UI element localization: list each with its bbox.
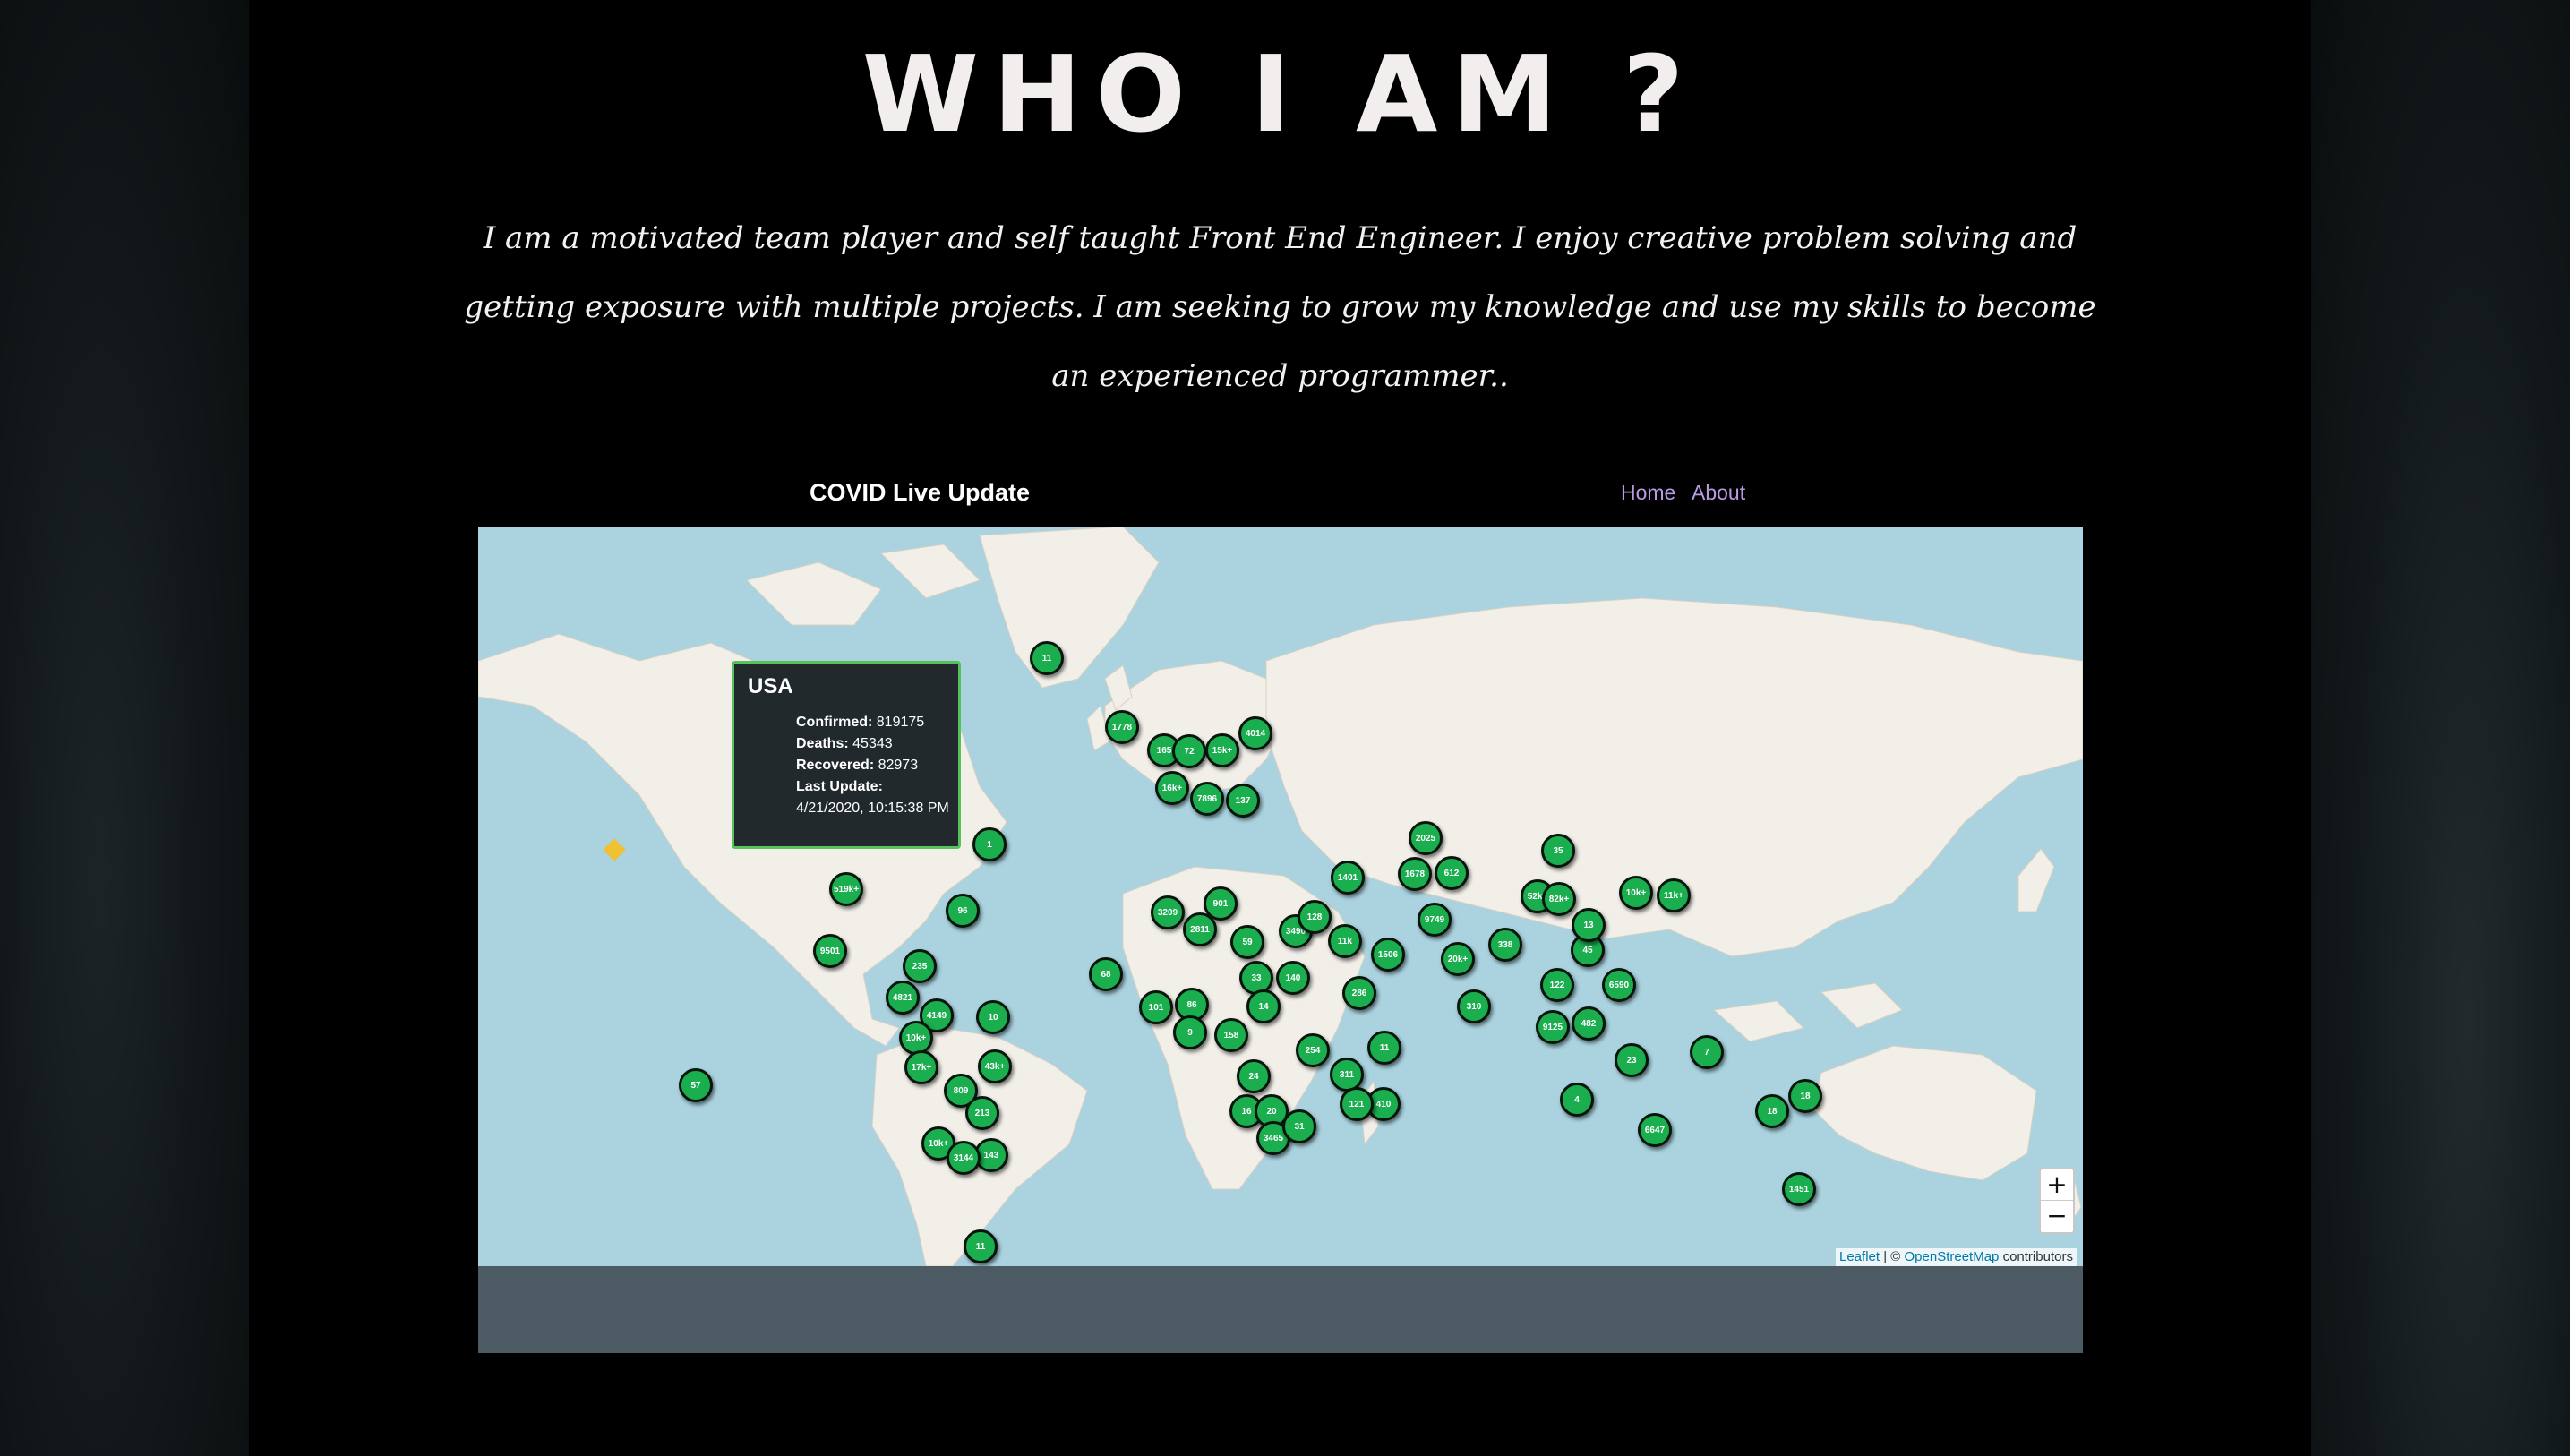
last-update-value: 4/21/2020, 10:15:38 PM [796, 801, 949, 816]
country-marker[interactable]: 10k+ [899, 1021, 933, 1055]
country-marker[interactable]: 612 [1435, 856, 1469, 890]
country-marker[interactable]: 9 [1173, 1015, 1207, 1049]
popup-country: USA [748, 674, 793, 698]
country-marker[interactable]: 254 [1296, 1033, 1330, 1067]
country-marker[interactable]: 4821 [886, 981, 920, 1015]
country-marker[interactable]: 128 [1298, 900, 1332, 934]
confirmed-value: 819175 [876, 715, 925, 730]
map-base-layer [478, 527, 2083, 1266]
country-marker[interactable]: 4 [1560, 1083, 1594, 1117]
deaths-value: 45343 [852, 736, 893, 751]
attribution-separator: | © [1880, 1249, 1905, 1264]
country-marker[interactable]: 68 [1089, 957, 1123, 991]
zoom-in-button[interactable]: + [2041, 1169, 2073, 1201]
about-section: WHO I AM ? I am a motivated team player … [249, 0, 2311, 1456]
project-screenshot: COVID Live Update Home About 11 1778 165… [478, 458, 2083, 1353]
section-title: WHO I AM ? [861, 32, 1699, 156]
backdrop-right [2311, 0, 2570, 1456]
country-marker[interactable]: 11k+ [1657, 878, 1691, 912]
country-marker[interactable]: 20k+ [1441, 942, 1475, 976]
recovered-label: Recovered: [796, 758, 875, 773]
country-marker[interactable]: 6590 [1602, 968, 1636, 1002]
country-marker[interactable]: 137 [1226, 784, 1260, 818]
bio-text: I am a motivated team player and self ta… [464, 220, 2096, 394]
country-marker[interactable]: 43k+ [978, 1049, 1012, 1083]
country-marker[interactable]: 10 [976, 1000, 1010, 1034]
country-popup[interactable]: USA Confirmed: 819175 Deaths: 45343 Reco… [732, 661, 961, 849]
country-marker[interactable]: 24 [1237, 1059, 1271, 1093]
country-marker[interactable]: 11k [1328, 924, 1362, 958]
country-marker[interactable]: 121 [1340, 1087, 1374, 1121]
confirmed-label: Confirmed: [796, 715, 873, 730]
country-marker[interactable]: 82k+ [1542, 882, 1576, 916]
country-marker[interactable]: 519k+ [829, 872, 863, 906]
country-marker[interactable]: 213 [965, 1096, 999, 1130]
country-marker[interactable]: 57 [679, 1068, 713, 1102]
country-marker[interactable]: 11 [964, 1229, 998, 1263]
osm-link[interactable]: OpenStreetMap [1905, 1249, 2000, 1264]
country-marker[interactable]: 35 [1541, 834, 1575, 868]
country-marker[interactable]: 140 [1276, 961, 1310, 995]
country-marker[interactable]: 1678 [1398, 857, 1432, 891]
country-marker[interactable]: 11 [1367, 1031, 1401, 1065]
country-marker[interactable]: 7 [1690, 1035, 1724, 1069]
country-marker[interactable]: 11 [1030, 641, 1064, 675]
country-marker[interactable]: 6647 [1638, 1113, 1672, 1147]
country-marker[interactable]: 9749 [1418, 903, 1452, 937]
country-marker[interactable]: 31 [1282, 1109, 1316, 1143]
country-marker[interactable]: 482 [1572, 1006, 1606, 1041]
country-marker[interactable]: 310 [1457, 989, 1491, 1023]
country-marker[interactable]: 72 [1172, 734, 1206, 768]
country-marker[interactable]: 23 [1615, 1043, 1649, 1077]
app-footer [478, 1266, 2083, 1353]
country-marker[interactable]: 122 [1540, 968, 1574, 1002]
nav-about-link[interactable]: About [1692, 476, 1745, 509]
country-marker[interactable]: 14 [1246, 989, 1281, 1023]
country-marker[interactable]: 158 [1214, 1018, 1248, 1052]
attribution-suffix: contributors [1999, 1249, 2073, 1264]
country-marker[interactable]: 1451 [1782, 1172, 1816, 1206]
country-marker[interactable]: 235 [903, 949, 937, 983]
country-marker[interactable]: 1506 [1371, 938, 1405, 972]
country-marker[interactable]: 15k+ [1205, 733, 1239, 767]
country-marker[interactable]: 2025 [1409, 821, 1443, 855]
country-marker[interactable]: 10k+ [1619, 876, 1653, 910]
country-marker[interactable]: 2811 [1183, 912, 1217, 946]
deaths-label: Deaths: [796, 736, 849, 751]
country-marker[interactable]: 96 [946, 894, 980, 928]
popup-details: Confirmed: 819175 Deaths: 45343 Recovere… [796, 712, 957, 819]
country-marker[interactable]: 9501 [813, 934, 847, 968]
map-attribution: Leaflet | © OpenStreetMap contributors [1836, 1248, 2077, 1266]
country-marker[interactable]: 18 [1788, 1079, 1822, 1113]
leaflet-link[interactable]: Leaflet [1839, 1249, 1880, 1264]
backdrop-left [0, 0, 249, 1456]
zoom-control: + − [2039, 1168, 2075, 1234]
country-marker[interactable]: 1401 [1331, 861, 1365, 895]
nav-home-link[interactable]: Home [1621, 476, 1675, 509]
country-marker[interactable]: 9125 [1536, 1010, 1570, 1044]
country-marker[interactable]: 3144 [947, 1141, 981, 1175]
country-marker[interactable]: 7896 [1190, 782, 1224, 816]
country-marker[interactable]: 17k+ [904, 1050, 938, 1084]
recovered-value: 82973 [878, 758, 919, 773]
app-navbar: COVID Live Update Home About [478, 458, 2083, 527]
country-marker[interactable]: 16k+ [1155, 771, 1189, 805]
country-marker[interactable]: 1778 [1105, 710, 1139, 744]
app-brand[interactable]: COVID Live Update [810, 475, 1030, 510]
country-marker[interactable]: 338 [1488, 928, 1522, 962]
zoom-out-button[interactable]: − [2041, 1201, 2073, 1231]
country-marker[interactable]: 13 [1572, 908, 1606, 942]
country-marker[interactable]: 3209 [1151, 895, 1185, 929]
country-marker[interactable]: 101 [1139, 990, 1173, 1024]
country-marker[interactable]: 18 [1755, 1094, 1789, 1128]
country-marker[interactable]: 4014 [1238, 716, 1272, 750]
country-marker[interactable]: 1 [972, 827, 1007, 861]
country-marker[interactable]: 286 [1342, 976, 1376, 1010]
world-map[interactable]: 11 1778 165 72 15k+ 4014 16k+ 7896 137 2025 52k+ 1 5… [478, 527, 2083, 1266]
last-update-label: Last Update: [796, 779, 883, 794]
country-marker[interactable]: 59 [1230, 925, 1264, 959]
